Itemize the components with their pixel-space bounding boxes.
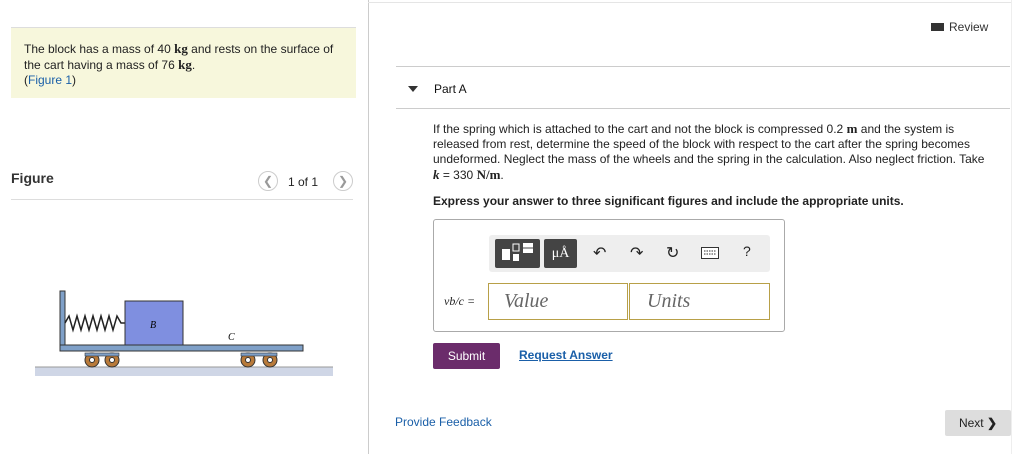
provide-feedback-link[interactable]: Provide Feedback — [395, 415, 492, 429]
figure-link[interactable]: Figure 1 — [28, 73, 72, 87]
column-divider — [368, 0, 369, 454]
question-line-2: released from rest, determine the speed … — [433, 137, 970, 151]
mass-unit-cart: kg — [178, 57, 192, 72]
units-input[interactable]: Units — [629, 283, 770, 320]
units-button[interactable]: μÅ — [544, 239, 577, 268]
help-button[interactable]: ? — [743, 243, 751, 259]
spring — [64, 313, 125, 333]
figure-heading: Figure — [11, 170, 54, 186]
figure-pager: 1 of 1 — [288, 175, 319, 189]
top-divider — [368, 2, 1011, 3]
cart-wall — [59, 290, 66, 350]
templates-button[interactable] — [495, 239, 540, 268]
wheel-right — [240, 352, 278, 368]
reset-button[interactable]: ↻ — [666, 243, 679, 263]
redo-button[interactable]: ↷ — [630, 243, 643, 263]
problem-text-1: The block has a mass of 40 — [24, 42, 171, 56]
label-b: B — [150, 320, 156, 331]
compression-unit: m — [846, 121, 858, 136]
review-link[interactable]: Review — [931, 20, 988, 34]
figure-divider — [11, 199, 353, 200]
keyboard-icon — [701, 246, 719, 263]
request-answer-link[interactable]: Request Answer — [519, 348, 613, 362]
undo-button[interactable]: ↶ — [593, 243, 606, 263]
undo-icon: ↶ — [593, 245, 607, 262]
reset-icon: ↻ — [666, 245, 680, 262]
k-unit: N/m — [476, 167, 501, 182]
question-line-1: If the spring which is attached to the c… — [433, 122, 844, 136]
math-toolbar: μÅ ↶ ↷ ↻ ? — [489, 235, 770, 272]
wheel-left — [84, 352, 120, 368]
collapse-triangle-icon[interactable] — [408, 86, 418, 92]
label-c: C — [228, 332, 235, 343]
question-text: If the spring which is attached to the c… — [433, 121, 1013, 183]
mass-unit-block: kg — [174, 41, 188, 56]
figure-link-paren-close: ) — [72, 73, 77, 87]
cart-deck — [59, 344, 304, 352]
k-symbol: k — [433, 167, 440, 182]
answer-instruction: Express your answer to three significant… — [433, 194, 904, 208]
part-a-header[interactable] — [396, 66, 1010, 109]
k-end: . — [500, 168, 504, 182]
figure-diagram: B C — [35, 290, 333, 376]
answer-variable-label: vb/c = — [444, 294, 476, 308]
ground — [35, 367, 333, 376]
k-value: = 330 — [442, 168, 474, 182]
question-line-1-end: and the system is — [860, 122, 955, 136]
next-label: Next — [958, 416, 984, 430]
previous-figure-button[interactable]: ❮ — [258, 171, 278, 191]
review-label: Review — [949, 20, 989, 34]
question-line-3: undeformed. Neglect the mass of the whee… — [433, 152, 985, 166]
book-icon — [931, 23, 944, 31]
part-a-label: Part A — [434, 82, 467, 96]
value-input[interactable]: Value — [488, 283, 628, 320]
next-figure-button[interactable]: ❯ — [333, 171, 353, 191]
next-button[interactable]: Next ❯ — [945, 410, 1011, 436]
right-edge-divider — [1011, 0, 1012, 454]
chevron-right-icon: ❯ — [337, 174, 349, 188]
problem-statement: The block has a mass of 40 kg and rests … — [11, 27, 356, 98]
chevron-right-icon: ❯ — [986, 416, 998, 430]
keyboard-button[interactable] — [701, 246, 719, 264]
problem-text-3: . — [191, 58, 196, 72]
chevron-left-icon: ❮ — [262, 174, 274, 188]
redo-icon: ↷ — [630, 245, 644, 262]
templates-icon — [495, 243, 540, 271]
submit-button[interactable]: Submit — [433, 343, 500, 369]
